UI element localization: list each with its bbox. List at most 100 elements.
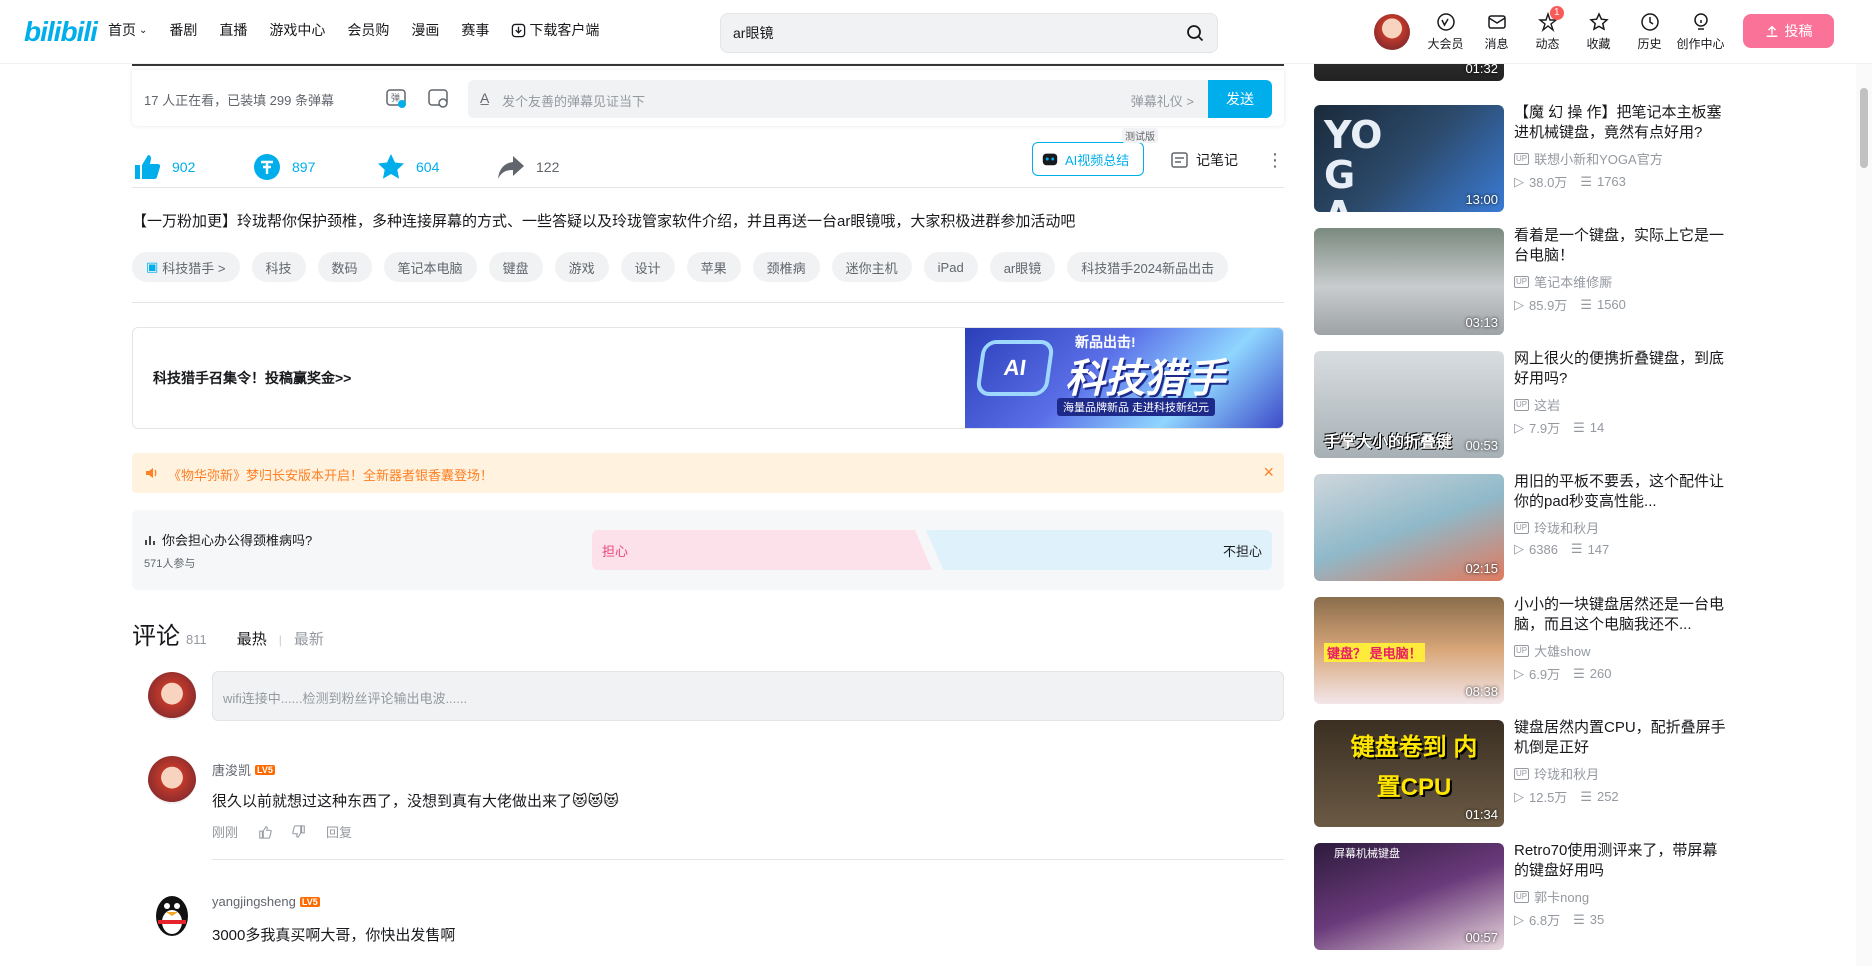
- recommend-video-card[interactable]: 02:15 用旧的平板不要丢，这个配件让你的pad秒变高性能... UP 玲珑和秋…: [1314, 472, 1734, 582]
- tag[interactable]: 设计: [620, 252, 675, 282]
- recommend-video-card[interactable]: 键盘卷到 内置CPU 01:34 键盘居然内置CPU，配折叠屏手机倒是正好 UP…: [1314, 718, 1734, 828]
- favorite-entry[interactable]: 收藏: [1573, 12, 1624, 52]
- video-thumbnail[interactable]: 屏幕机械键盘 00:57: [1314, 843, 1504, 950]
- recommend-video-card[interactable]: 手掌大小的折叠键 00:53 网上很火的便携折叠键盘，到底好用吗? UP 这岩 ▷…: [1314, 349, 1734, 459]
- bilibili-logo[interactable]: bilibili: [24, 16, 98, 48]
- tag[interactable]: 键盘: [488, 252, 543, 282]
- recommend-video-card[interactable]: 03:13 看着是一个键盘，实际上它是一台电脑！ UP 笔记本维修厮 ▷ 85.9万…: [1314, 226, 1734, 336]
- level-badge: LV5: [255, 764, 275, 775]
- activity-banner[interactable]: 科技猎手召集令！投稿赢奖金>> AI 新品出击! 科技猎手 海量品牌新品 走进科…: [132, 327, 1284, 429]
- video-title[interactable]: Retro70使用测评来了，带屏幕的键盘好用吗: [1514, 841, 1730, 881]
- ai-summary-button[interactable]: AI视频总结: [1032, 142, 1144, 176]
- close-icon[interactable]: ×: [1263, 462, 1274, 483]
- video-thumbnail[interactable]: 02:15: [1314, 474, 1504, 581]
- tag-topic[interactable]: ▣ 科技猎手 >: [132, 252, 240, 282]
- search-icon[interactable]: [1185, 23, 1205, 43]
- uploader[interactable]: UP 大雄show: [1514, 641, 1590, 660]
- viewer-count: 17 人正在看，已装填 299 条弹幕: [144, 93, 334, 108]
- video-title[interactable]: 【魔 幻 操 作】把笔记本主板塞进机械键盘，竟然有点好用?: [1514, 103, 1730, 143]
- uploader[interactable]: UP 玲珑和秋月: [1514, 518, 1599, 537]
- video-title[interactable]: 小小的一块键盘居然还是一台电脑，而且这个电脑我还不...: [1514, 595, 1730, 635]
- reply-button[interactable]: 回复: [326, 822, 352, 841]
- coin-button[interactable]: 897: [252, 152, 315, 182]
- danmaku-settings-icon[interactable]: [426, 86, 450, 110]
- comment-meta: 刚刚 回复: [212, 822, 352, 841]
- uploader[interactable]: UP 联想小新和YOGA官方: [1514, 149, 1663, 168]
- tag[interactable]: 游戏: [554, 252, 609, 282]
- recommend-video-card[interactable]: YOGA 68 13:00 【魔 幻 操 作】把笔记本主板塞进机械键盘，竟然有点…: [1314, 103, 1734, 213]
- notice-text[interactable]: 《物华弥新》梦归长安版本开启！全新器者银香囊登场！: [168, 465, 493, 484]
- share-arrow-icon: [498, 156, 524, 179]
- danmaku-etiquette-link[interactable]: 弹幕礼仪 >: [1131, 91, 1194, 110]
- danmaku-toggle-icon[interactable]: 弹: [384, 86, 408, 110]
- tag[interactable]: 颈椎病: [752, 252, 820, 282]
- comment-input[interactable]: wifi连接中......检测到粉丝评论输出电波......: [212, 671, 1284, 721]
- thumbs-up-icon[interactable]: [258, 825, 272, 839]
- nav-game-center[interactable]: 游戏中心: [269, 20, 325, 40]
- uploader[interactable]: UP 玲珑和秋月: [1514, 764, 1599, 783]
- message-entry[interactable]: 消息: [1471, 12, 1522, 52]
- video-title[interactable]: 看着是一个键盘，实际上它是一台电脑！: [1514, 226, 1730, 266]
- sort-new[interactable]: 最新: [294, 628, 324, 649]
- commenter-name[interactable]: yangjingsheng LV5: [212, 894, 320, 909]
- nav-download[interactable]: 下载客户端: [511, 20, 599, 40]
- ai-logo: AI: [975, 340, 1055, 396]
- video-title[interactable]: 用旧的平板不要丢，这个配件让你的pad秒变高性能...: [1514, 472, 1730, 512]
- recommend-video-card[interactable]: 键盘？ 是电脑！ 08:38 小小的一块键盘居然还是一台电脑，而且这个电脑我还不…: [1314, 595, 1734, 705]
- thumb-text: 屏幕机械键盘: [1334, 848, 1400, 860]
- scrollbar-track[interactable]: [1856, 64, 1872, 966]
- tag[interactable]: 迷你主机: [831, 252, 912, 282]
- more-options-icon[interactable]: ⋮: [1266, 150, 1284, 171]
- video-stats: ▷ 12.5万 ☰ 252: [1514, 788, 1619, 806]
- uploader[interactable]: UP 这岩: [1514, 395, 1560, 414]
- vote-option-not-worried[interactable]: 不担心: [926, 530, 1272, 570]
- video-stats: ▷ 6.8万 ☰ 35: [1514, 911, 1605, 929]
- history-entry[interactable]: 历史: [1624, 12, 1675, 52]
- video-thumbnail[interactable]: 键盘卷到 内置CPU 01:34: [1314, 720, 1504, 827]
- video-thumbnail[interactable]: 手掌大小的折叠键 00:53: [1314, 351, 1504, 458]
- video-thumbnail[interactable]: 键盘？ 是电脑！ 08:38: [1314, 597, 1504, 704]
- font-style-icon[interactable]: A̲: [480, 90, 489, 106]
- uploader[interactable]: UP 郭卡nong: [1514, 887, 1589, 906]
- commenter-avatar[interactable]: [148, 756, 196, 804]
- recommend-video-card[interactable]: 屏幕机械键盘 00:57 Retro70使用测评来了，带屏幕的键盘好用吗 UP 郭…: [1314, 841, 1734, 951]
- tag[interactable]: 笔记本电脑: [383, 252, 477, 282]
- tag[interactable]: 数码: [317, 252, 372, 282]
- nav-shop[interactable]: 会员购: [347, 20, 389, 40]
- sort-hot[interactable]: 最热: [237, 628, 267, 649]
- search-input[interactable]: [733, 22, 1153, 44]
- send-danmaku-button[interactable]: 发送: [1208, 80, 1272, 118]
- creator-entry[interactable]: 创作中心: [1675, 12, 1726, 52]
- video-thumbnail[interactable]: 03:13: [1314, 228, 1504, 335]
- video-title[interactable]: 网上很火的便携折叠键盘，到底好用吗?: [1514, 349, 1730, 389]
- tag[interactable]: iPad: [923, 252, 978, 282]
- commenter-avatar[interactable]: [148, 890, 196, 938]
- tag[interactable]: ar眼镜: [989, 252, 1056, 282]
- comment-divider: [212, 859, 1284, 860]
- vip-entry[interactable]: 大会员: [1420, 12, 1471, 52]
- nav-home[interactable]: 首页 ⌄: [108, 20, 147, 40]
- nav-anime[interactable]: 番剧: [169, 20, 197, 40]
- like-button[interactable]: 902: [132, 152, 195, 182]
- nav-live[interactable]: 直播: [219, 20, 247, 40]
- thumbs-down-icon[interactable]: [292, 824, 306, 839]
- take-note-button[interactable]: 记笔记: [1170, 150, 1238, 170]
- tag[interactable]: 科技猎手2024新品出击: [1067, 252, 1229, 282]
- video-thumbnail[interactable]: YOGA 68 13:00: [1314, 105, 1504, 212]
- tag[interactable]: 苹果: [686, 252, 741, 282]
- favorite-button[interactable]: 604: [376, 152, 439, 182]
- video-title[interactable]: 键盘居然内置CPU，配折叠屏手机倒是正好: [1514, 718, 1730, 758]
- user-avatar[interactable]: [1374, 14, 1410, 50]
- nav-esports[interactable]: 赛事: [461, 20, 489, 40]
- nav-manga[interactable]: 漫画: [411, 20, 439, 40]
- danmaku-input[interactable]: A̲ 发个友善的弹幕见证当下 弹幕礼仪 >: [468, 80, 1208, 118]
- share-button[interactable]: 122: [496, 152, 559, 182]
- thumb-text: 键盘？ 是电脑！: [1324, 643, 1425, 662]
- tag[interactable]: 科技: [251, 252, 306, 282]
- commenter-name[interactable]: 唐浚凯 LV5: [212, 760, 275, 779]
- vote-option-worried[interactable]: 担心: [592, 530, 932, 570]
- upload-button[interactable]: 投稿: [1743, 14, 1834, 48]
- scrollbar-thumb[interactable]: [1860, 88, 1868, 168]
- dynamic-entry[interactable]: 1 动态: [1522, 6, 1573, 52]
- uploader[interactable]: UP 笔记本维修厮: [1514, 272, 1612, 291]
